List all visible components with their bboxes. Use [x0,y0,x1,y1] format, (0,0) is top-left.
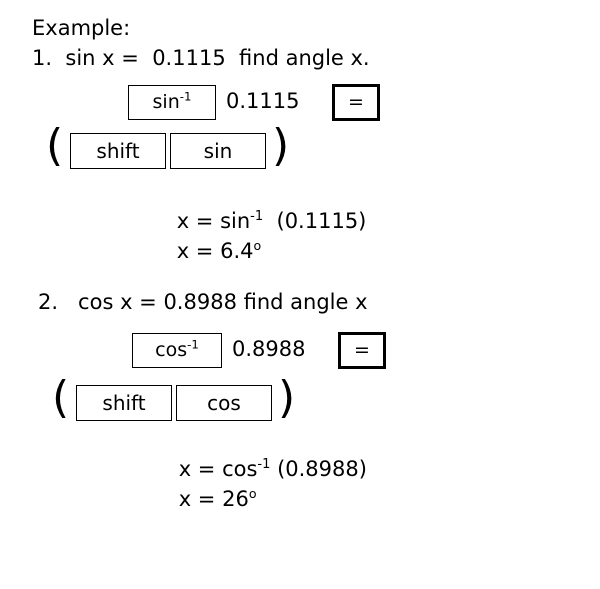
sin-inverse-key[interactable]: sin-1 [128,85,216,120]
equals-key-1[interactable]: = [332,84,380,121]
example-2-solution-line-1-suffix: (0.8988) [270,457,367,481]
page-title: Example: [32,16,131,40]
close-paren-1: ) [272,120,290,171]
degree-symbol-2: o [248,486,257,501]
example-1-solution-line-2: x = 6.4o [150,220,262,283]
example-1-answer-value: x = 6.4 [176,239,254,263]
equals-key-2[interactable]: = [338,332,386,369]
close-paren-2: ) [278,372,296,423]
slide-canvas: Example: 1. sin x = 0.1115 find angle x.… [0,0,600,589]
shift-key-1[interactable]: shift [70,133,166,169]
open-paren-1: ( [46,120,64,171]
cos-inverse-key[interactable]: cos-1 [132,333,222,368]
degree-symbol-1: o [253,238,262,253]
sin-inverse-exponent: -1 [179,89,192,104]
example-1-solution-line-1-suffix: (0.1115) [263,209,367,233]
example-2-solution-exponent: -1 [257,457,271,472]
example-2-solution-line-2: x = 26o [152,468,257,531]
example-1-input-value: 0.1115 [226,89,300,113]
example-2-input-value: 0.8988 [232,337,306,361]
sin-inverse-key-label: sin-1 [152,89,192,113]
cos-inverse-key-label: cos-1 [155,337,199,361]
example-2-answer-value: x = 26 [178,487,249,511]
sin-key-1[interactable]: sin [170,133,266,169]
example-1-prompt: 1. sin x = 0.1115 find angle x. [32,46,370,70]
cos-key-2[interactable]: cos [176,385,272,421]
open-paren-2: ( [52,372,70,423]
shift-key-2[interactable]: shift [76,385,172,421]
cos-inverse-exponent: -1 [187,337,199,352]
example-2-prompt: 2. cos x = 0.8988 find angle x [38,290,368,314]
